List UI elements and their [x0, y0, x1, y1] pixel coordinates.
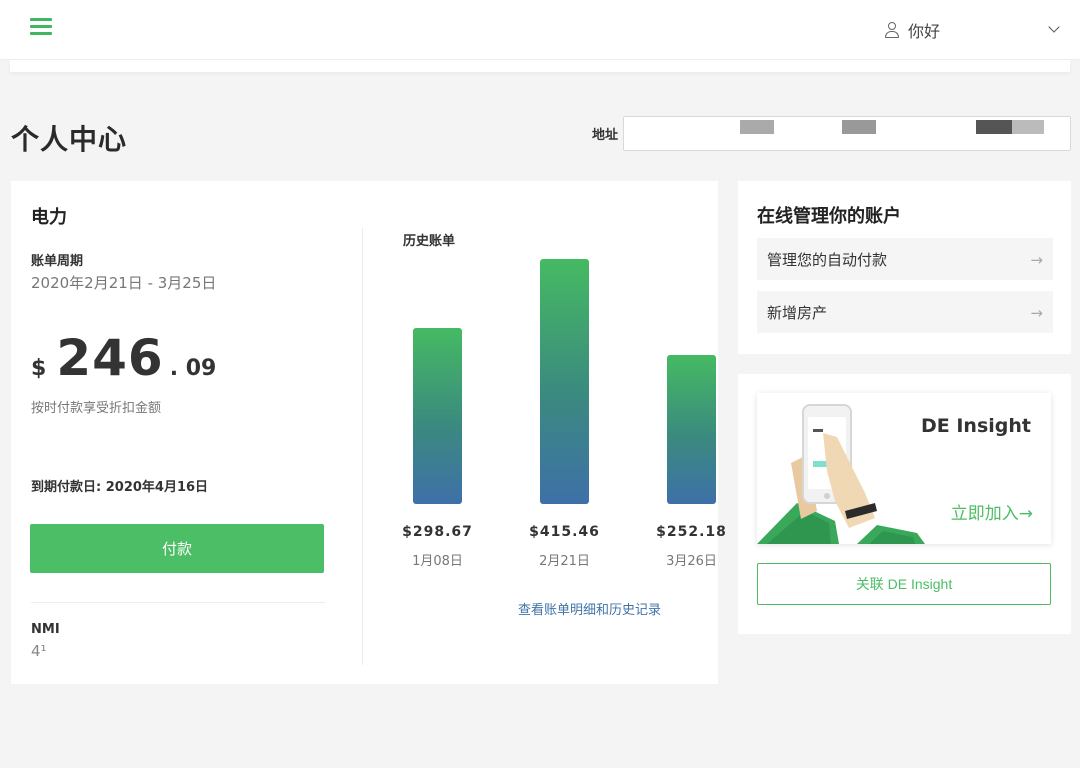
divider: [31, 602, 325, 603]
redacted-address: [740, 120, 774, 134]
bar-date-label: 1月08日: [412, 554, 463, 569]
pay-button[interactable]: 付款: [30, 524, 324, 573]
address-select[interactable]: [623, 116, 1071, 151]
bar-date-label: 2月21日: [539, 554, 590, 569]
hamburger-menu-icon[interactable]: [30, 18, 52, 36]
redacted-address: [842, 120, 876, 134]
page-title: 个人中心: [11, 123, 128, 156]
phone-hand-illustration: [757, 404, 925, 544]
insight-title: DE Insight: [921, 415, 1031, 437]
due-date: 到期付款日: 2020年4月16日: [31, 480, 209, 495]
history-link[interactable]: 查看账单明细和历史记录: [518, 599, 661, 618]
sub-bar: [10, 60, 1070, 72]
insight-card: DE Insight 立即加入→ 关联 DE Insight: [738, 374, 1071, 634]
arrow-right-icon: →: [1030, 304, 1043, 322]
bar-value-label: $252.18: [656, 524, 727, 540]
history-bar-chart: $298.67 1月08日 $415.46 2月21日 $252.18 3月26日: [363, 241, 726, 581]
join-link[interactable]: 立即加入→: [951, 499, 1033, 524]
add-property-label: 新增房产: [767, 303, 828, 322]
chart-bar[interactable]: [667, 355, 716, 504]
amount-major: 246: [56, 329, 164, 387]
add-property-item[interactable]: 新增房产 →: [757, 291, 1053, 333]
chart-bar[interactable]: [413, 328, 462, 504]
user-greeting: 你好: [908, 22, 941, 41]
billing-cycle-value: 2020年2月21日 - 3月25日: [31, 274, 217, 292]
bar-value-label: $415.46: [529, 524, 600, 540]
redacted-address: [976, 120, 1012, 134]
insight-banner[interactable]: DE Insight 立即加入→: [757, 393, 1051, 544]
redacted-address: [1012, 120, 1044, 134]
autopay-label: 管理您的自动付款: [767, 250, 888, 269]
link-insight-button[interactable]: 关联 DE Insight: [757, 563, 1051, 605]
nmi-value: 4¹: [31, 642, 47, 660]
user-icon: [884, 21, 900, 39]
nmi-label: NMI: [31, 622, 60, 637]
utility-title: 电力: [31, 207, 67, 228]
bar-value-label: $298.67: [402, 524, 473, 540]
currency-symbol: $: [31, 356, 47, 381]
arrow-right-icon: →: [1030, 251, 1043, 269]
manage-account-card: 在线管理你的账户 管理您的自动付款 → 新增房产 →: [738, 181, 1071, 354]
address-label: 地址: [592, 128, 619, 143]
chart-bar[interactable]: [540, 259, 589, 504]
autopay-item[interactable]: 管理您的自动付款 →: [757, 238, 1053, 280]
amount-cents: . 09: [169, 356, 217, 381]
user-menu[interactable]: 你好: [884, 18, 1064, 42]
bill-amount: $ 246 . 09: [31, 329, 216, 387]
bar-date-label: 3月26日: [666, 554, 717, 569]
bill-card: 电力 账单周期 2020年2月21日 - 3月25日 $ 246 . 09 按时…: [11, 181, 726, 684]
manage-title: 在线管理你的账户: [757, 206, 901, 227]
chevron-down-icon[interactable]: [1048, 21, 1060, 33]
top-bar: 你好: [0, 0, 1080, 60]
discount-note: 按时付款享受折扣金额: [31, 401, 162, 416]
billing-cycle-label: 账单周期: [31, 254, 84, 269]
